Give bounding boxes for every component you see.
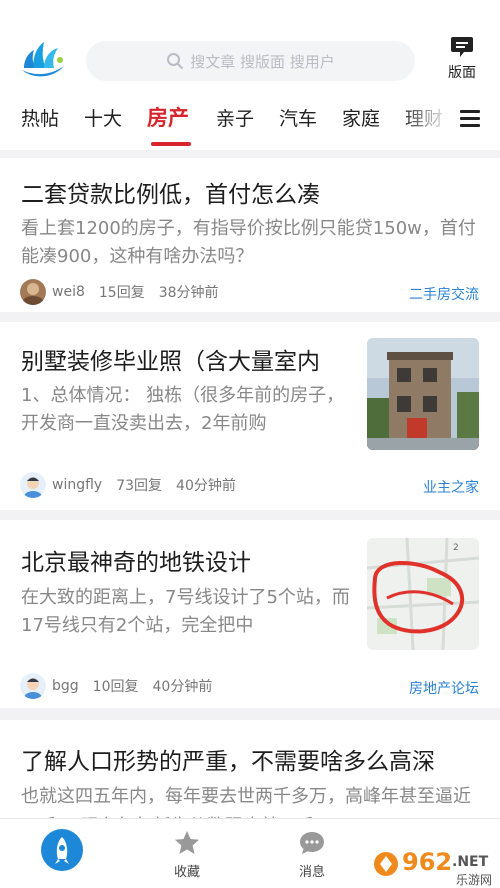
post-title[interactable]: 北京最神奇的地铁设计 [21,543,356,577]
home-icon [41,829,83,871]
menu-icon[interactable] [460,110,480,128]
tab-family[interactable]: 家庭 [342,104,380,131]
post-board-link[interactable]: 业主之家 [423,477,479,497]
tab-top10[interactable]: 十大 [84,104,122,131]
board-button[interactable]: 版面 [440,36,484,84]
post-time: 38分钟前 [158,285,219,301]
post-card[interactable]: 北京最神奇的地铁设计 在大致的距离上，7号线设计了5个站，而17号线只有2个站，… [0,520,500,708]
search-input[interactable]: 搜文章 搜版面 搜用户 [86,41,415,81]
tab-parenting[interactable]: 亲子 [216,104,254,131]
nav-favorites-label: 收藏 [173,865,200,880]
post-card[interactable]: 别墅装修毕业照（含大量室内 1、总体情况： 独栋（很多年前的房子，开发商一直没卖… [0,322,500,510]
avatar[interactable] [20,472,46,498]
tab-auto[interactable]: 汽车 [279,104,317,131]
nav-messages-label: 消息 [298,865,325,880]
post-title[interactable]: 二套贷款比例低，首付怎么凑 [21,175,481,209]
post-username[interactable]: wei8 [52,284,85,300]
post-title[interactable]: 别墅装修毕业照（含大量室内 [21,342,356,376]
post-summary: 1、总体情况： 独栋（很多年前的房子，开发商一直没卖出去，2年前购 [21,385,345,434]
board-label: 版面 [448,65,476,81]
post-summary: 在大致的距离上，7号线设计了5个站，而17号线只有2个站，完全把中 [21,587,350,636]
nav-home[interactable] [22,829,102,875]
post-replies: 10回复 [92,679,139,695]
svg-text:乐游网: 乐游网 [456,873,492,887]
post-summary: 看上套1200的房子，有指导价按比例只能贷150w，首付能凑900，这种有啥办法… [21,218,476,267]
post-card[interactable]: 了解人口形势的严重，不需要啥多么高深 也就这四五年内，每年要去世两千多万，高峰年… [0,720,500,820]
search-placeholder: 搜文章 搜版面 搜用户 [190,52,335,71]
message-icon [300,832,324,854]
post-board-link[interactable]: 二手房交流 [409,284,479,304]
post-time: 40分钟前 [176,478,236,494]
post-title[interactable]: 了解人口形势的严重，不需要啥多么高深 [21,742,481,776]
svg-text:2: 2 [453,543,459,553]
board-icon [451,37,473,57]
tab-property[interactable]: 房产 [147,102,189,132]
active-tab-indicator [151,142,191,146]
nav-favorites[interactable]: 收藏 [147,829,227,880]
app-logo-icon[interactable] [20,40,66,80]
svg-text:962: 962 [402,848,452,876]
post-thumbnail[interactable] [367,338,479,450]
post-board-link[interactable]: 房地产论坛 [409,678,479,698]
avatar[interactable] [20,673,46,699]
post-summary: 也就这四五年内，每年要去世两千多万，高峰年甚至逼近三千万 现在每年新生儿数跟也就… [21,786,471,820]
nav-messages[interactable]: 消息 [272,829,352,880]
post-card[interactable]: 二套贷款比例低，首付怎么凑 看上套1200的房子，有指导价按比例只能贷150w，… [0,158,500,312]
post-username[interactable]: wingfly [52,477,102,493]
avatar[interactable] [20,279,46,305]
tabs-fade [400,92,450,150]
tab-hot[interactable]: 热帖 [21,104,59,131]
star-icon [175,831,199,854]
app-screen: 搜文章 搜版面 搜用户 版面 热帖 十大 房产 亲子 汽车 家庭 理财 二套贷款… [0,0,500,888]
site-watermark-logo: 962 .NET 乐游网 [374,848,492,887]
post-time: 40分钟前 [152,679,213,695]
post-replies: 15回复 [98,285,145,301]
top-bar: 搜文章 搜版面 搜用户 版面 [0,0,500,92]
category-tabs: 热帖 十大 房产 亲子 汽车 家庭 理财 [0,92,500,150]
post-meta: wei8 15回复 38分钟前 [20,279,233,305]
post-thumbnail[interactable]: 2 [367,538,479,650]
post-username[interactable]: bgg [52,678,79,694]
post-meta: bgg 10回复 40分钟前 [20,673,226,699]
search-icon [167,53,184,69]
post-replies: 73回复 [116,478,163,494]
post-meta: wingfly 73回复 40分钟前 [20,472,250,498]
svg-text:.NET: .NET [452,854,489,870]
